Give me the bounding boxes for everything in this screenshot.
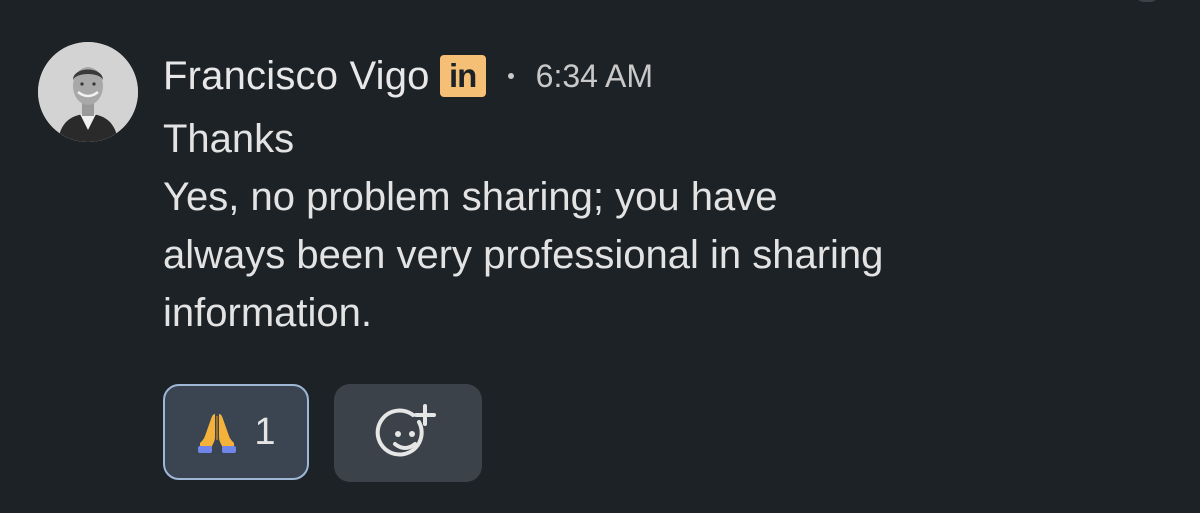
sender-name[interactable]: Francisco Vigo	[163, 54, 430, 99]
linkedin-icon: in	[439, 55, 486, 97]
separator-dot	[507, 73, 514, 79]
timestamp: 6:34 AM	[535, 57, 654, 94]
message-body: Thanks Yes, no problem sharing; you have…	[163, 110, 1163, 342]
message-header: Francisco Vigo in 6:34 AM	[163, 48, 1163, 104]
message-line: always been very professional in sharing	[163, 233, 884, 277]
message-line: Yes, no problem sharing; you have	[163, 175, 778, 219]
folded-hands-icon	[198, 414, 237, 453]
add-reaction-icon	[375, 404, 436, 457]
message-line: information.	[163, 291, 372, 335]
add-reaction-button[interactable]	[334, 384, 482, 482]
message-item: Francisco Vigo in 6:34 AM Thanks Yes, no…	[0, 0, 1200, 513]
reaction-chip-folded-hands[interactable]: 1	[163, 384, 309, 480]
reaction-count: 1	[254, 410, 276, 453]
avatar[interactable]	[38, 42, 138, 142]
message-line: Thanks	[163, 117, 295, 161]
top-edge-fragment	[1134, 0, 1160, 2]
reactions-bar: 1	[163, 384, 482, 482]
message-content: Francisco Vigo in 6:34 AM Thanks Yes, no…	[163, 48, 1163, 342]
